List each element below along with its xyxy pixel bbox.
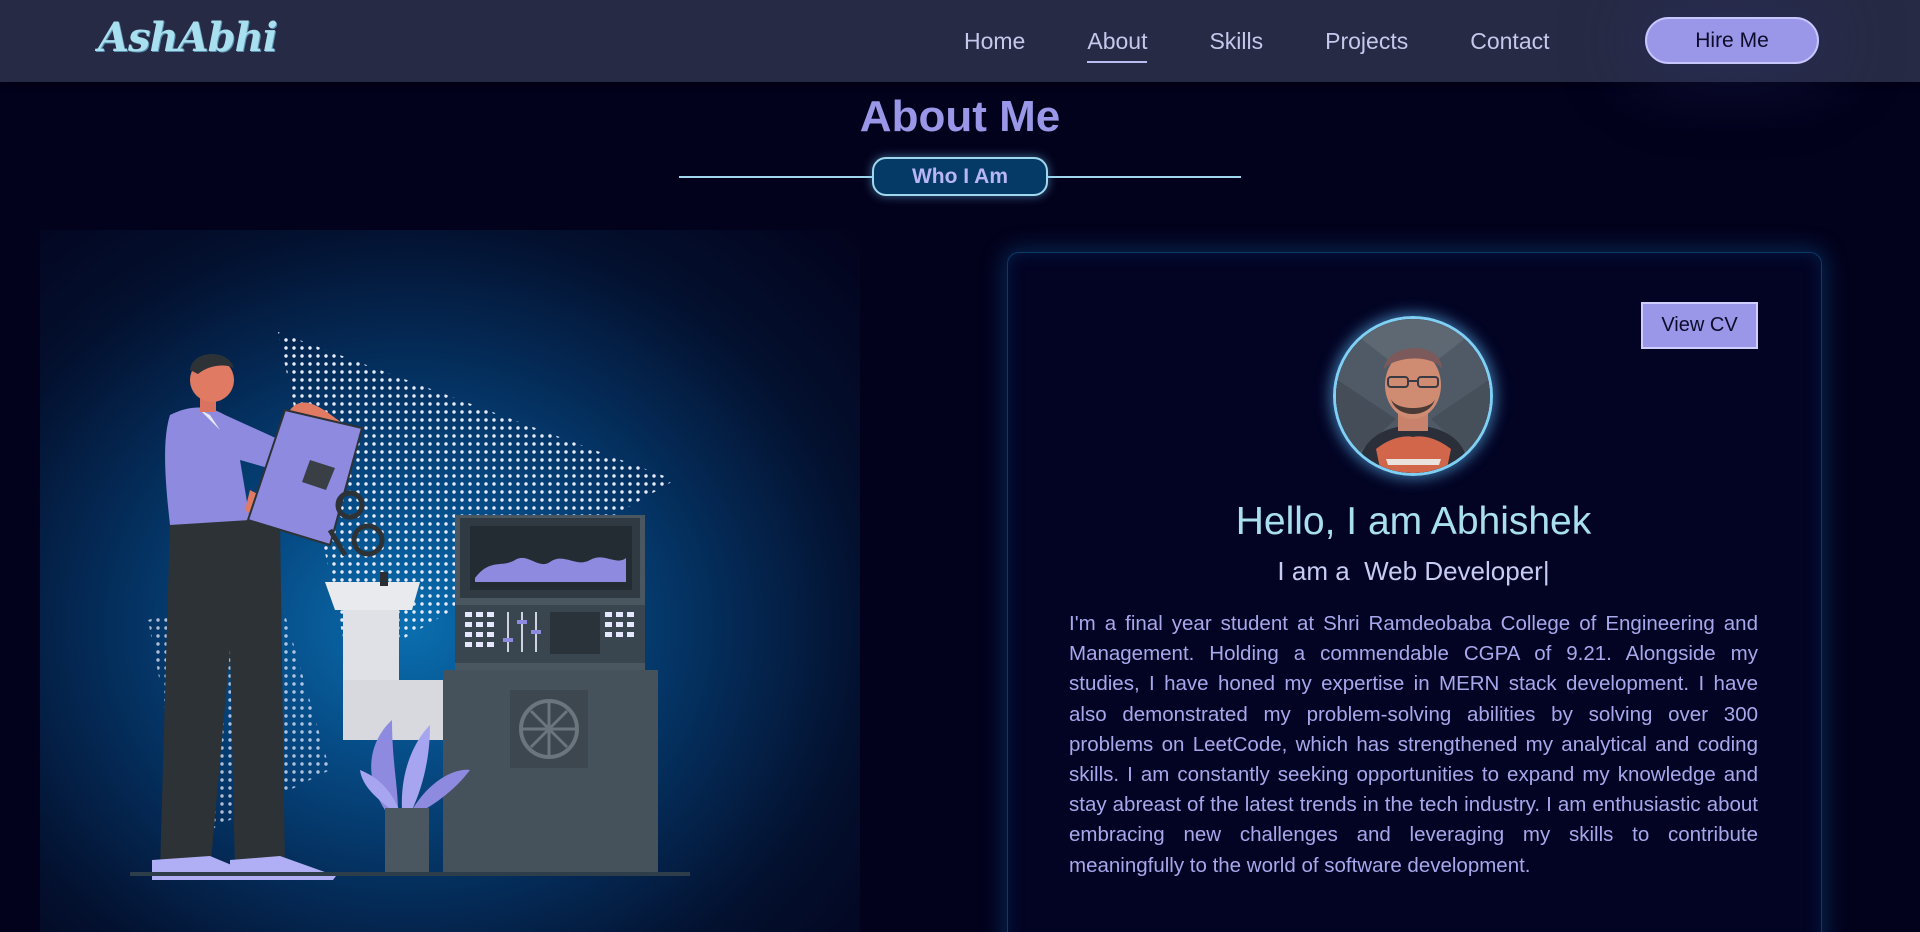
nav-link-skills[interactable]: Skills bbox=[1209, 28, 1263, 55]
nav-link-about[interactable]: About bbox=[1087, 28, 1148, 63]
nav-link-home[interactable]: Home bbox=[964, 28, 1025, 55]
site-logo[interactable]: AshAbhi bbox=[98, 14, 278, 61]
section-subtitle-badge: Who I Am bbox=[872, 157, 1048, 196]
about-page: AshAbhi Home About Skills Projects Conta… bbox=[0, 0, 1920, 932]
role-typewriter-text: I am a Web Developer| bbox=[1277, 556, 1550, 586]
nav-link-contact[interactable]: Contact bbox=[1470, 28, 1549, 55]
greeting-heading: Hello, I am Abhishek bbox=[1235, 500, 1592, 543]
bio-paragraph: I'm a final year student at Shri Ramdeob… bbox=[1069, 612, 1758, 877]
divider-right bbox=[1047, 176, 1241, 178]
nav-links: Home About Skills Projects Contact bbox=[964, 0, 1612, 82]
view-cv-button[interactable]: View CV bbox=[1641, 302, 1758, 349]
divider-left bbox=[679, 176, 873, 178]
hire-me-button[interactable]: Hire Me bbox=[1645, 17, 1819, 64]
developer-illustration bbox=[130, 332, 690, 880]
section-title: About Me bbox=[859, 92, 1061, 141]
profile-avatar bbox=[1333, 316, 1493, 476]
nav-link-projects[interactable]: Projects bbox=[1325, 28, 1408, 55]
navbar: AshAbhi Home About Skills Projects Conta… bbox=[0, 0, 1920, 82]
